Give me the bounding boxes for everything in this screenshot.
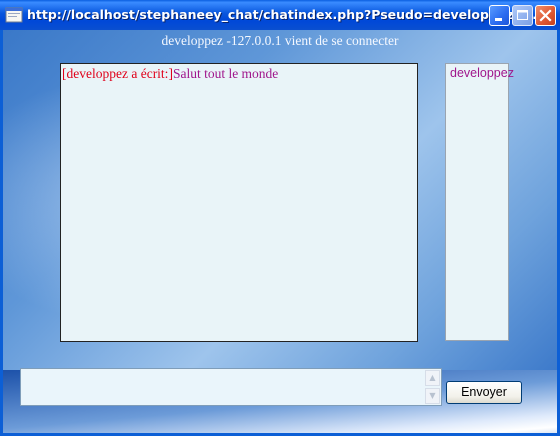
scroll-down-arrow-icon[interactable]: ▼ bbox=[425, 388, 440, 404]
user-list-item: developpez bbox=[450, 66, 514, 80]
message-author: [developpez a écrit:] bbox=[62, 66, 173, 81]
message-input[interactable]: ▲ ▼ bbox=[20, 368, 442, 406]
close-button[interactable] bbox=[535, 5, 556, 26]
messages-panel[interactable]: [developpez a écrit:]Salut tout le monde bbox=[60, 63, 418, 342]
message-text: Salut tout le monde bbox=[172, 66, 279, 81]
title-bar[interactable]: http://localhost/stephaneey_chat/chatind… bbox=[0, 0, 560, 30]
minimize-button[interactable] bbox=[489, 5, 510, 26]
maximize-icon bbox=[517, 10, 528, 20]
minimize-icon bbox=[495, 18, 502, 21]
scroll-up-arrow-icon[interactable]: ▲ bbox=[425, 370, 440, 386]
connection-status: developpez -127.0.0.1 vient de se connec… bbox=[161, 33, 399, 48]
ie-window-icon bbox=[5, 7, 23, 23]
chat-page: developpez -127.0.0.1 vient de se connec… bbox=[3, 30, 557, 433]
send-button[interactable]: Envoyer bbox=[446, 381, 522, 404]
chat-message: [developpez a écrit:]Salut tout le monde bbox=[62, 66, 416, 82]
close-icon bbox=[539, 9, 552, 22]
window-title: http://localhost/stephaneey_chat/chatind… bbox=[27, 7, 542, 22]
users-panel[interactable]: developpez bbox=[445, 63, 514, 341]
maximize-button[interactable] bbox=[512, 5, 533, 26]
